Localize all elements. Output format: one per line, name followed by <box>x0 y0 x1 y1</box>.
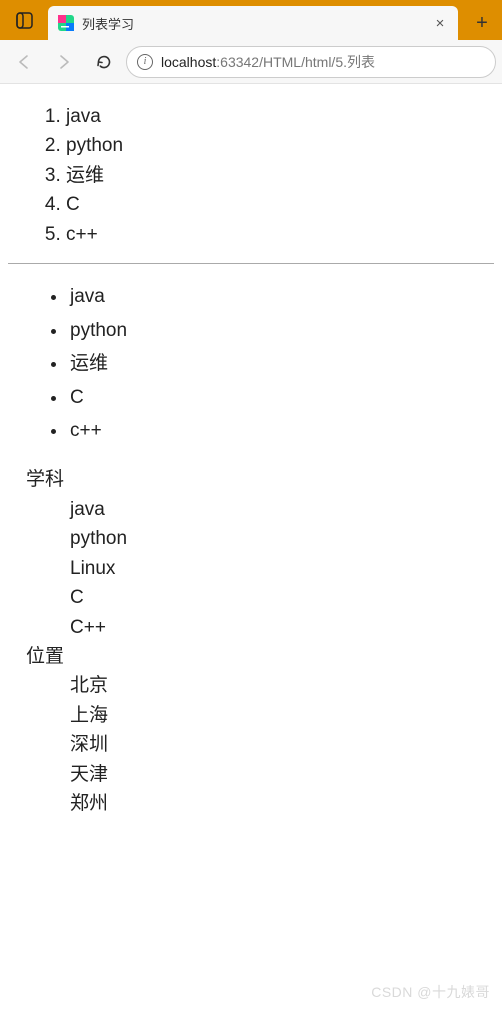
definition-desc: 郑州 <box>70 789 494 818</box>
definition-desc: C++ <box>70 613 494 642</box>
list-item: java <box>66 102 494 131</box>
definition-desc: java <box>70 495 494 524</box>
tab-favicon-icon <box>58 15 74 31</box>
back-button[interactable] <box>6 46 42 78</box>
watermark: CSDN @十九婊哥 <box>371 982 490 1002</box>
definition-desc: 天津 <box>70 760 494 789</box>
browser-tab[interactable]: 列表学习 × <box>48 6 458 40</box>
address-text: localhost:63342/HTML/html/5.列表 <box>161 52 375 72</box>
definition-desc: python <box>70 524 494 553</box>
site-info-icon[interactable]: i <box>137 54 153 70</box>
horizontal-rule <box>8 263 494 264</box>
address-bar[interactable]: i localhost:63342/HTML/html/5.列表 <box>126 46 496 78</box>
definition-desc: Linux <box>70 554 494 583</box>
list-item: C <box>68 383 494 412</box>
definition-desc: 北京 <box>70 671 494 700</box>
page-content: javapython运维Cc++ javapython运维Cc++ 学科java… <box>0 84 502 827</box>
list-item: java <box>68 282 494 311</box>
close-icon[interactable]: × <box>432 15 448 32</box>
new-tab-button[interactable]: + <box>462 6 502 40</box>
browser-titlebar: 列表学习 × + <box>0 0 502 40</box>
definition-term: 学科 <box>26 465 494 494</box>
forward-button[interactable] <box>46 46 82 78</box>
list-item: 运维 <box>66 161 494 190</box>
tab-overview-icon[interactable] <box>0 0 48 40</box>
list-item: python <box>68 316 494 345</box>
definition-desc: 上海 <box>70 701 494 730</box>
ordered-list: javapython运维Cc++ <box>8 102 494 249</box>
list-item: 运维 <box>68 349 494 378</box>
unordered-list: java python 运维 Cc++ <box>8 282 494 445</box>
definition-term: 位置 <box>26 642 494 671</box>
browser-toolbar: i localhost:63342/HTML/html/5.列表 <box>0 40 502 84</box>
list-item: C <box>66 190 494 219</box>
list-item: python <box>66 131 494 160</box>
definition-list: 学科javapythonLinuxCC++位置北京上海深圳天津郑州 <box>8 465 494 818</box>
definition-desc: C <box>70 583 494 612</box>
definition-desc: 深圳 <box>70 730 494 759</box>
list-item: c++ <box>68 416 494 445</box>
tab-title: 列表学习 <box>82 14 424 33</box>
list-item: c++ <box>66 220 494 249</box>
refresh-button[interactable] <box>86 46 122 78</box>
